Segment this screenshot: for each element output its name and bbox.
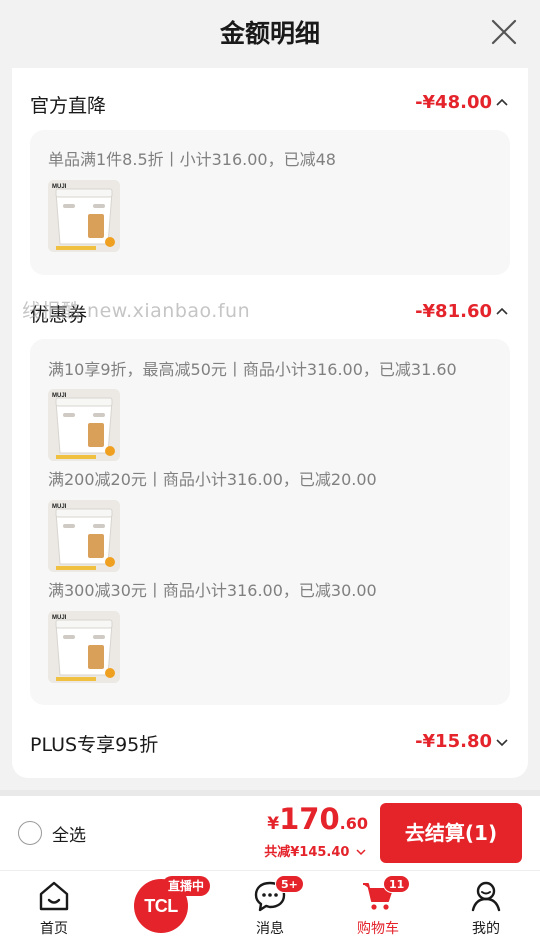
chevron-up-icon[interactable] (496, 307, 508, 317)
detail-card: 官方直降 -¥48.00 单品满1件8.5折丨小计316.00，已减48 MUJ… (12, 68, 528, 778)
rule-text: 满200减20元丨商品小计316.00，已减20.00 (48, 470, 377, 489)
svg-text:MUJI: MUJI (52, 504, 67, 510)
tab-label: 消息 (256, 921, 284, 937)
select-all-label[interactable]: 全选 (52, 821, 86, 846)
storage-box-image: MUJI (48, 611, 120, 683)
total-saved[interactable]: 共减¥145.40 (264, 841, 366, 860)
section-plus-discount[interactable]: PLUS专享95折 -¥15.80 (30, 728, 508, 760)
total-price: ¥170.60 (267, 802, 368, 836)
chevron-down-icon[interactable] (496, 737, 508, 747)
storage-box-image: MUJI (48, 180, 120, 252)
section-amount: -¥81.60 (415, 301, 492, 322)
page-title: 金额明细 (219, 19, 320, 48)
currency-symbol: ¥ (267, 814, 280, 834)
chevron-up-icon[interactable] (496, 98, 508, 108)
storage-box-image: MUJI (48, 389, 120, 461)
close-button[interactable] (490, 18, 518, 46)
product-thumbnail[interactable]: MUJI (48, 180, 120, 252)
product-thumbnail[interactable]: MUJI (48, 389, 120, 461)
close-icon (491, 19, 517, 45)
bottom-tab-bar: 首页 TCL 直播中 5+ 消息 11 购物车 我的 (0, 870, 540, 945)
tab-label: 购物车 (357, 921, 399, 937)
live-badge: 直播中 (162, 876, 211, 896)
section-amount: -¥15.80 (415, 731, 492, 752)
home-icon (39, 881, 69, 911)
tab-label: 首页 (40, 921, 68, 937)
section-name: PLUS专享95折 (30, 734, 159, 756)
section-name: 官方直降 (30, 95, 107, 117)
svg-text:MUJI: MUJI (52, 184, 67, 190)
coupon-panel: 满10享9折，最高减50元丨商品小计316.00，已减31.60 MUJI 满2… (30, 339, 510, 705)
rule-text: 单品满1件8.5折丨小计316.00，已减48 (48, 150, 336, 169)
messages-badge: 5+ (275, 875, 304, 893)
svg-text:MUJI: MUJI (52, 615, 67, 621)
cart-badge: 11 (383, 875, 411, 893)
rule-text: 满10享9折，最高减50元丨商品小计316.00，已减31.60 (48, 360, 457, 379)
storage-box-image: MUJI (48, 500, 120, 572)
select-all-radio[interactable] (18, 821, 42, 845)
sheet-header: 金额明细 (0, 0, 540, 68)
checkout-button[interactable]: 去结算(1) (380, 803, 522, 863)
product-thumbnail[interactable]: MUJI (48, 500, 120, 572)
tab-messages[interactable]: 5+ 消息 (225, 871, 315, 945)
rule-text: 满300减30元丨商品小计316.00，已减30.00 (48, 581, 377, 600)
total-integer: 170 (279, 802, 340, 836)
amount-detail-sheet: 金额明细 官方直降 -¥48.00 单品满1件8.5折丨小计316.00，已减4… (0, 0, 540, 790)
section-amount: -¥48.00 (415, 92, 492, 113)
saved-text: 共减¥145.40 (264, 845, 350, 860)
user-icon (471, 881, 501, 912)
svg-text:MUJI: MUJI (52, 393, 67, 399)
tab-mine[interactable]: 我的 (441, 871, 531, 945)
watermark-text: 线报酷 new.xianbao.fun (22, 300, 251, 322)
official-discount-panel: 单品满1件8.5折丨小计316.00，已减48 MUJI (30, 130, 510, 275)
tab-home[interactable]: 首页 (9, 871, 99, 945)
tab-cart[interactable]: 11 购物车 (333, 871, 423, 945)
product-thumbnail[interactable]: MUJI (48, 611, 120, 683)
chevron-down-icon (356, 849, 366, 856)
total-decimal: .60 (339, 814, 368, 833)
tab-label: 我的 (472, 921, 500, 937)
checkout-bar: 全选 ¥170.60 共减¥145.40 去结算(1) (0, 796, 540, 870)
section-official-discount[interactable]: 官方直降 -¥48.00 (30, 89, 508, 121)
